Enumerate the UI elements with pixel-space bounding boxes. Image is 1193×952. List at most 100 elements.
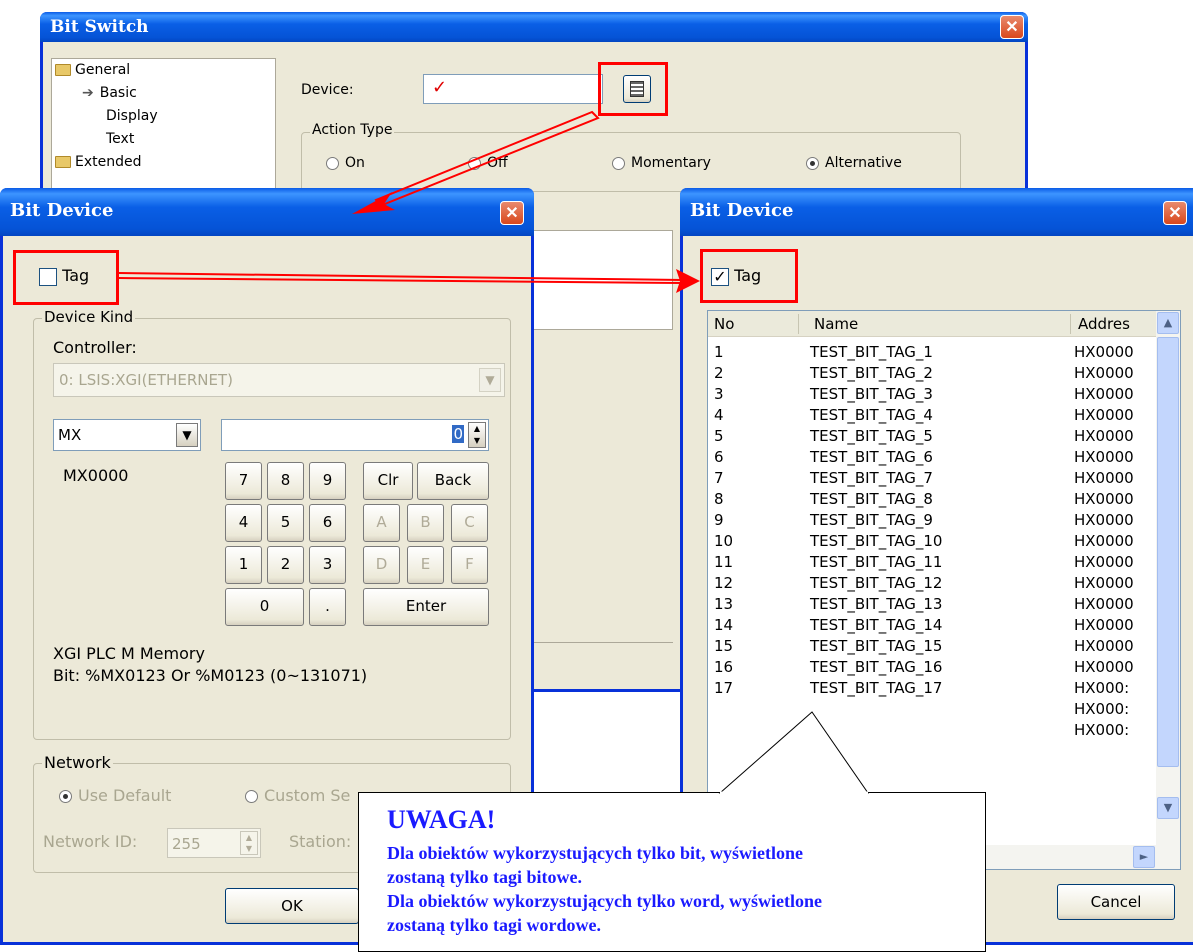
tree-item-display[interactable]: Display: [106, 108, 158, 124]
table-row[interactable]: 14 TEST_BIT_TAG_14 HX0000: [714, 614, 1144, 635]
bit-device-left-title: Bit Device: [10, 200, 114, 221]
table-row[interactable]: 3 TEST_BIT_TAG_3 HX0000: [714, 383, 1144, 404]
key-c[interactable]: C: [451, 504, 488, 542]
tag-name: TEST_BIT_TAG_12: [810, 573, 943, 592]
key-d[interactable]: D: [363, 546, 400, 584]
tag-name: [810, 719, 1074, 740]
address-input[interactable]: 0 ▲ ▼: [221, 419, 489, 451]
clear-button[interactable]: Clr: [363, 462, 413, 500]
column-no[interactable]: No: [714, 315, 734, 333]
tag-no: [714, 698, 810, 719]
tag-name: TEST_BIT_TAG_15: [810, 636, 943, 655]
key-f[interactable]: F: [451, 546, 488, 584]
table-row[interactable]: HX000:: [714, 719, 1144, 740]
tag-no: 6: [714, 447, 724, 466]
key-8[interactable]: 8: [267, 462, 304, 500]
tag-address: HX0000: [1074, 405, 1134, 424]
key-dot[interactable]: .: [309, 588, 346, 626]
tag-checkbox-highlight-right: [700, 249, 798, 303]
tag-table: 1 TEST_BIT_TAG_1 HX0000 2 TEST_BIT_TAG_2 HX00…: [714, 341, 1144, 740]
table-row[interactable]: 1 TEST_BIT_TAG_1 HX0000: [714, 341, 1144, 362]
column-name[interactable]: Name: [814, 315, 858, 333]
scroll-thumb[interactable]: [1157, 337, 1179, 767]
tag-no: 8: [714, 489, 724, 508]
table-row[interactable]: 2 TEST_BIT_TAG_2 HX0000: [714, 362, 1144, 383]
network-id-input[interactable]: 255 ▲ ▼: [167, 828, 261, 858]
note-line3: Dla obiektów wykorzystujących tylko word…: [387, 891, 822, 911]
property-tree[interactable]: General ➔ Basic Display Text Extended: [51, 58, 276, 198]
close-icon[interactable]: ✕: [1163, 201, 1187, 225]
table-row[interactable]: 17 TEST_BIT_TAG_17 HX000:: [714, 677, 1144, 698]
action-type-group: Action Type On Off Momentary Alternative: [301, 122, 961, 192]
controller-select[interactable]: 0: LSIS:XGI(ETHERNET) ▼: [53, 363, 505, 397]
bit-device-right-titlebar[interactable]: Bit Device ✕: [680, 188, 1193, 236]
key-3[interactable]: 3: [309, 546, 346, 584]
close-icon[interactable]: ✕: [500, 201, 524, 225]
table-row[interactable]: 5 TEST_BIT_TAG_5 HX0000: [714, 425, 1144, 446]
device-input[interactable]: ✓: [423, 74, 603, 104]
radio-on[interactable]: On: [326, 155, 365, 171]
table-row[interactable]: 4 TEST_BIT_TAG_4 HX0000: [714, 404, 1144, 425]
bit-device-right-title: Bit Device: [690, 200, 794, 221]
scroll-right-icon[interactable]: ►: [1133, 846, 1155, 868]
key-b[interactable]: B: [407, 504, 444, 542]
column-address[interactable]: Addres: [1078, 315, 1130, 333]
key-2[interactable]: 2: [267, 546, 304, 584]
tag-no: 17: [714, 678, 734, 697]
radio-off[interactable]: Off: [468, 155, 508, 171]
key-a[interactable]: A: [363, 504, 400, 542]
key-0[interactable]: 0: [225, 588, 304, 626]
tag-no: 4: [714, 405, 724, 424]
back-button[interactable]: Back: [417, 462, 489, 500]
close-icon[interactable]: ✕: [1000, 15, 1024, 39]
key-9[interactable]: 9: [309, 462, 346, 500]
device-type-select[interactable]: MX ▼: [53, 419, 201, 451]
table-row[interactable]: 8 TEST_BIT_TAG_8 HX0000: [714, 488, 1144, 509]
scroll-up-icon[interactable]: ▲: [1157, 312, 1179, 334]
key-6[interactable]: 6: [309, 504, 346, 542]
bit-switch-titlebar[interactable]: Bit Switch ✕: [40, 12, 1028, 42]
device-kind-label: Device Kind: [42, 308, 136, 326]
table-row[interactable]: 7 TEST_BIT_TAG_7 HX0000: [714, 467, 1144, 488]
folder-icon: [55, 156, 71, 168]
chevron-down-icon: ▼: [176, 423, 198, 447]
radio-custom-settings[interactable]: Custom Se: [245, 786, 350, 805]
bit-device-left-titlebar[interactable]: Bit Device ✕: [0, 188, 534, 236]
radio-use-default[interactable]: Use Default: [59, 786, 171, 805]
table-row[interactable]: 9 TEST_BIT_TAG_9 HX0000: [714, 509, 1144, 530]
radio-momentary[interactable]: Momentary: [612, 155, 711, 171]
tag-name: TEST_BIT_TAG_14: [810, 615, 943, 634]
table-row[interactable]: 15 TEST_BIT_TAG_15 HX0000: [714, 635, 1144, 656]
key-4[interactable]: 4: [225, 504, 262, 542]
tree-item-text[interactable]: Text: [106, 131, 134, 147]
cancel-button[interactable]: Cancel: [1057, 884, 1175, 920]
properties-panel-lower: [533, 642, 673, 682]
key-5[interactable]: 5: [267, 504, 304, 542]
tree-item-extended[interactable]: Extended: [55, 154, 142, 170]
tag-address: HX0000: [1074, 342, 1134, 361]
vertical-scrollbar[interactable]: ▲ ▼: [1156, 311, 1180, 847]
scroll-down-icon[interactable]: ▼: [1157, 797, 1179, 819]
radio-alternative[interactable]: Alternative: [806, 155, 902, 171]
tag-no: 1: [714, 342, 724, 361]
key-e[interactable]: E: [407, 546, 444, 584]
enter-button[interactable]: Enter: [363, 588, 489, 626]
table-row[interactable]: 12 TEST_BIT_TAG_12 HX0000: [714, 572, 1144, 593]
table-row[interactable]: 6 TEST_BIT_TAG_6 HX0000: [714, 446, 1144, 467]
tag-list[interactable]: No Name Addres 1 TEST_BIT_TAG_1 HX0000 2 TES…: [707, 310, 1181, 870]
tag-name: TEST_BIT_TAG_13: [810, 594, 943, 613]
tag-address: HX0000: [1074, 426, 1134, 445]
key-1[interactable]: 1: [225, 546, 262, 584]
tag-name: TEST_BIT_TAG_5: [810, 426, 933, 445]
ok-button[interactable]: OK: [225, 888, 359, 924]
table-row[interactable]: 10 TEST_BIT_TAG_10 HX0000: [714, 530, 1144, 551]
spin-up-down-icon[interactable]: ▲ ▼: [468, 422, 486, 448]
table-row[interactable]: 11 TEST_BIT_TAG_11 HX0000: [714, 551, 1144, 572]
table-row[interactable]: 13 TEST_BIT_TAG_13 HX0000: [714, 593, 1144, 614]
key-7[interactable]: 7: [225, 462, 262, 500]
table-row[interactable]: 16 TEST_BIT_TAG_16 HX0000: [714, 656, 1144, 677]
help-text-line1: XGI PLC M Memory: [53, 644, 205, 663]
tree-item-general[interactable]: General: [55, 62, 130, 78]
table-row[interactable]: HX000:: [714, 698, 1144, 719]
tree-item-basic[interactable]: ➔ Basic: [82, 85, 137, 101]
